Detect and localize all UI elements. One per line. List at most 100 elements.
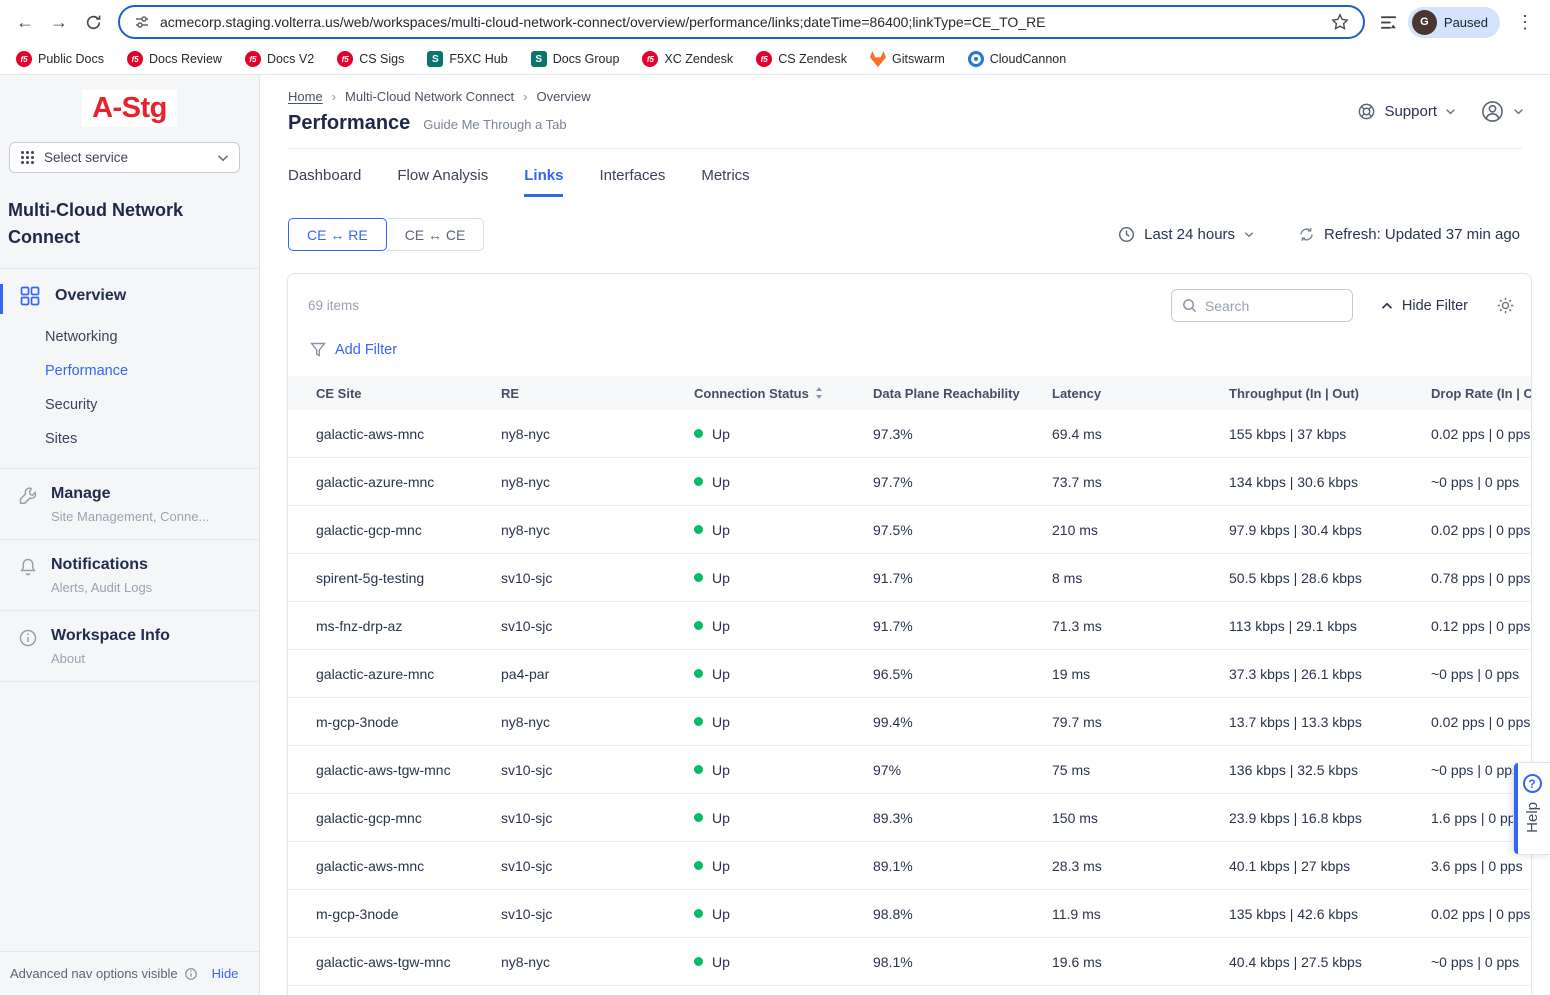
bookmark-favicon [245,51,261,67]
ce-site-link[interactable]: spirent-5g-testing [316,570,424,586]
col-throughput[interactable]: Throughput (In | Out) [1229,386,1431,401]
sidebar-item-workspace-info[interactable]: Workspace Info About [0,611,259,681]
throughput-cell: 134 kbps | 30.6 kbps [1229,474,1431,490]
col-data-plane-reachability[interactable]: Data Plane Reachability [873,386,1052,401]
page-title: Performance [288,112,410,135]
col-connection-status[interactable]: Connection Status [694,386,873,401]
tab[interactable]: Interfaces [599,167,665,197]
throughput-cell: 23.9 kbps | 16.8 kbps [1229,810,1431,826]
ce-site-link[interactable]: galactic-aws-mnc [316,858,424,874]
bookmark-item[interactable]: CloudCannon [968,51,1066,67]
user-avatar-icon [1480,99,1505,124]
tab[interactable]: Metrics [701,167,749,197]
col-ce-site[interactable]: CE Site [316,386,501,401]
brand-logo[interactable]: A-Stg [82,90,177,127]
link-type-option[interactable]: CE ↔ RE [288,218,387,251]
ce-site-link[interactable]: m-gcp-3node [316,714,399,730]
search-icon [1182,298,1197,313]
ce-site-link[interactable]: m-gcp-3node [316,906,399,922]
support-menu[interactable]: Support [1357,102,1456,121]
account-menu[interactable] [1480,99,1524,124]
select-service-label: Select service [44,150,128,165]
sort-icon [815,387,823,399]
ce-site-link[interactable]: galactic-gcp-mnc [316,522,422,538]
guide-me-link[interactable]: Guide Me Through a Tab [423,117,566,132]
bookmark-star-icon[interactable] [1331,13,1349,31]
tab[interactable]: Flow Analysis [397,167,488,197]
bookmark-item[interactable]: CS Zendesk [756,51,847,67]
bookmark-label: CloudCannon [990,52,1066,66]
ce-site-link[interactable]: galactic-aws-mnc [316,426,424,442]
add-filter-label: Add Filter [335,342,397,358]
sidebar-item-overview[interactable]: Overview [0,269,259,314]
link-type-option[interactable]: CE ↔ CE [387,218,485,251]
ce-site-link[interactable]: galactic-azure-mnc [316,474,434,490]
bookmark-item[interactable]: CS Sigs [337,51,404,67]
sidebar-subitem[interactable]: Sites [0,422,259,456]
col-drop-rate[interactable]: Drop Rate (In | Out) [1431,386,1532,401]
connection-status-cell: Up [694,474,873,490]
status-up-dot [694,861,703,870]
bookmark-favicon [337,51,353,67]
refresh-icon [1298,226,1315,243]
refresh-control[interactable]: Refresh: Updated 37 min ago [1298,226,1520,243]
bookmark-item[interactable]: Docs Group [531,51,620,67]
bookmark-item[interactable]: Public Docs [16,51,104,67]
sidebar-subitem[interactable]: Networking [0,320,259,354]
table-settings-gear-icon[interactable] [1496,296,1515,315]
connection-status-cell: Up [694,906,873,922]
url-bar[interactable]: acmecorp.staging.volterra.us/web/workspa… [118,5,1365,39]
bookmark-item[interactable]: Docs V2 [245,51,314,67]
bookmark-label: CS Zendesk [778,52,847,66]
hide-nav-link[interactable]: Hide [212,966,239,981]
forward-icon[interactable]: → [44,7,74,37]
col-latency[interactable]: Latency [1052,386,1229,401]
tab[interactable]: Dashboard [288,167,361,197]
reload-icon[interactable] [78,7,108,37]
drop-rate-cell: 0.02 pps | 0 pps [1431,522,1532,538]
breadcrumb: Home Multi-Cloud Network Connect Overvie… [288,89,1522,104]
connection-status-cell: Up [694,426,873,442]
back-icon[interactable]: ← [10,7,40,37]
chevron-down-icon [1244,231,1254,238]
bookmark-item[interactable]: Gitswarm [870,51,945,67]
bookmark-item[interactable]: XC Zendesk [642,51,733,67]
sidebar-item-notifications[interactable]: Notifications Alerts, Audit Logs [0,540,259,610]
search-input[interactable] [1205,298,1342,314]
add-filter-button[interactable]: Add Filter [310,342,397,358]
ce-site-link[interactable]: galactic-aws-tgw-mnc [316,954,451,970]
help-tab[interactable]: ? Help [1513,762,1550,855]
drop-rate-cell: ~0 pps | 0 pps [1431,954,1532,970]
search-box[interactable] [1171,289,1353,322]
drop-rate-cell: 0.78 pps | 0 pps [1431,570,1532,586]
sidebar-subitem[interactable]: Security [0,388,259,422]
site-controls-icon[interactable] [134,14,150,30]
browser-profile-button[interactable]: G Paused [1408,7,1500,38]
table-row: galactic-gcp-mnc sv10-sjc Up 89.3% 150 m… [288,794,1531,842]
browser-menu-icon[interactable]: ⋮ [1510,7,1540,37]
breadcrumb-item[interactable]: Multi-Cloud Network Connect [323,89,514,104]
select-service-dropdown[interactable]: Select service [9,142,240,173]
time-range-dropdown[interactable]: Last 24 hours [1118,226,1254,243]
sidebar-subitem[interactable]: Performance [0,354,259,388]
throughput-cell: 40.1 kbps | 27 kbps [1229,858,1431,874]
col-re[interactable]: RE [501,386,694,401]
tab[interactable]: Links [524,167,563,197]
refresh-status: Refresh: Updated 37 min ago [1324,226,1520,243]
bookmark-item[interactable]: F5XC Hub [427,51,507,67]
bookmark-item[interactable]: Docs Review [127,51,222,67]
reachability-cell: 91.7% [873,570,1052,586]
ce-site-link[interactable]: galactic-aws-tgw-mnc [316,762,451,778]
drop-rate-cell: 0.02 pps | 0 pps [1431,714,1532,730]
ce-site-link[interactable]: ms-fnz-drp-az [316,618,402,634]
ce-site-link[interactable]: galactic-gcp-mnc [316,810,422,826]
table-row: ms-fnz-drp-az sv10-sjc Up 91.7% 71.3 ms … [288,602,1531,650]
sidebar-item-manage[interactable]: Manage Site Management, Conne... [0,469,259,539]
bookmark-favicon [756,51,772,67]
hide-filter-button[interactable]: Hide Filter [1381,298,1468,314]
ce-site-link[interactable]: galactic-azure-mnc [316,666,434,682]
throughput-cell: 97.9 kbps | 30.4 kbps [1229,522,1431,538]
breadcrumb-item[interactable]: Overview [514,89,591,104]
breadcrumb-item[interactable]: Home [288,89,323,104]
side-panel-icon[interactable] [1379,13,1398,32]
